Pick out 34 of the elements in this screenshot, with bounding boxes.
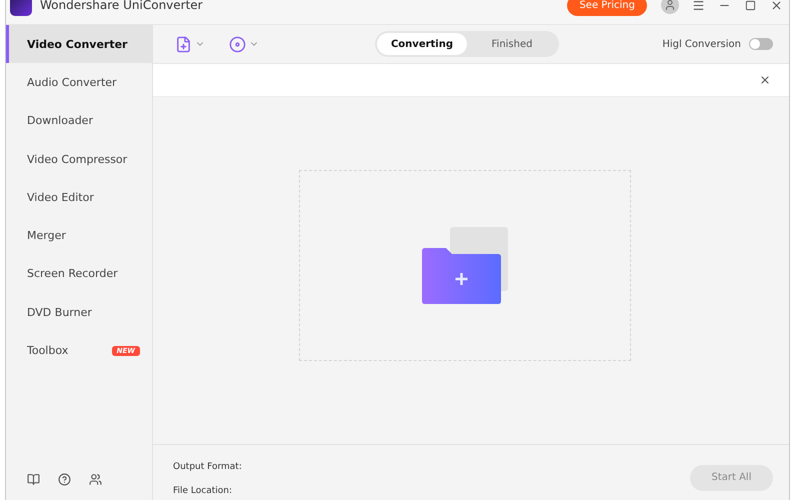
drop-area[interactable] bbox=[299, 170, 631, 361]
sidebar-item[interactable]: Merger bbox=[6, 216, 152, 255]
file-location-label: File Location: bbox=[173, 486, 234, 496]
account-icon[interactable] bbox=[661, 0, 679, 14]
add-folder-icon bbox=[422, 226, 508, 304]
sidebar-label: Video Editor bbox=[27, 190, 95, 204]
sidebar-label: Audio Converter bbox=[27, 76, 118, 89]
sidebar-item[interactable]: Screen Recorder bbox=[6, 254, 152, 294]
close-icon[interactable] bbox=[759, 74, 771, 86]
sidebar-label: Video Converter bbox=[27, 38, 128, 51]
high-conversion-toggle[interactable] bbox=[749, 38, 773, 50]
users-icon[interactable] bbox=[89, 473, 102, 486]
sidebar-label: Screen Recorder bbox=[27, 267, 119, 280]
sidebar-item[interactable]: Video Compressor bbox=[6, 140, 152, 178]
sidebar-label: Merger bbox=[27, 229, 67, 242]
sidebar-item[interactable]: Video Converter bbox=[6, 25, 152, 64]
sidebar-label: DVD Burner bbox=[27, 306, 93, 319]
high-conversion-label: Higl Conversion bbox=[662, 38, 741, 50]
add-disc-button[interactable] bbox=[229, 36, 259, 52]
sidebar-label: Toolbox bbox=[27, 344, 70, 358]
book-icon[interactable] bbox=[27, 473, 40, 486]
window-title: Wondershare UniConverter bbox=[40, 0, 204, 12]
tab[interactable]: Finished bbox=[467, 33, 557, 55]
tab[interactable]: Converting bbox=[377, 33, 467, 55]
sidebar-label: Downloader bbox=[27, 114, 94, 128]
sidebar-item[interactable]: DVD Burner bbox=[6, 293, 152, 332]
sidebar-item[interactable]: Downloader bbox=[6, 102, 152, 140]
output-format-label: Output Format: bbox=[173, 462, 242, 472]
help-icon[interactable] bbox=[58, 473, 71, 486]
add-file-button[interactable] bbox=[175, 36, 205, 52]
sidebar-item[interactable]: Audio Converter bbox=[6, 63, 152, 102]
app-logo-icon bbox=[10, 0, 32, 16]
sidebar-label: Video Compressor bbox=[27, 152, 128, 166]
sidebar-item[interactable]: Video Editor bbox=[6, 178, 152, 216]
